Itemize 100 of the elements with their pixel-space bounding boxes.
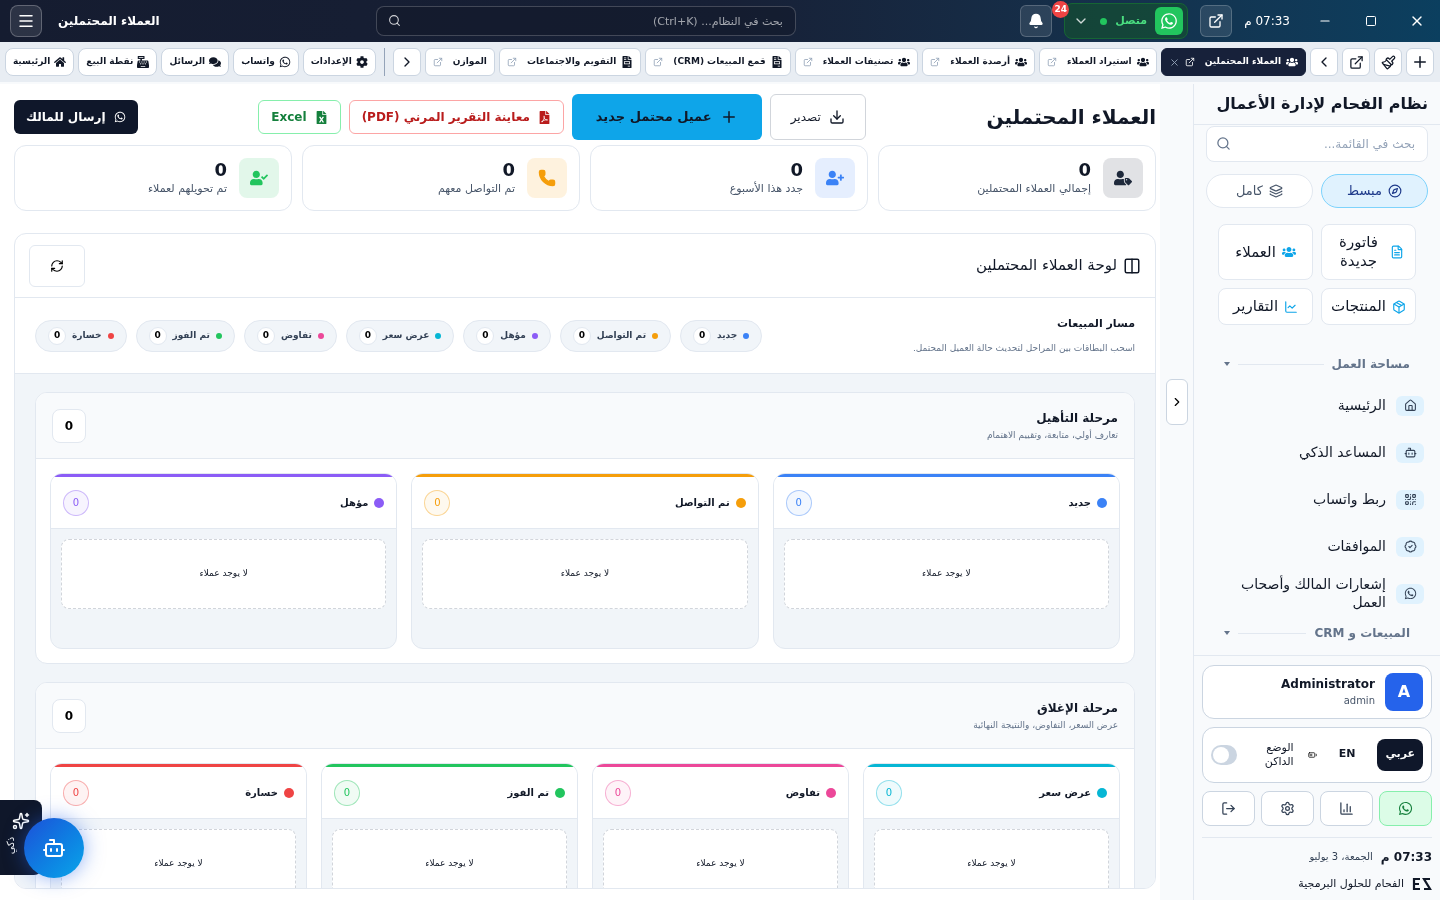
send-to-owner-button[interactable]: إرسال للمالك [14, 100, 138, 134]
stage-count: 0 [256, 326, 275, 345]
document-icon [770, 56, 783, 68]
external-link-icon [1184, 57, 1195, 67]
pipeline-hint: اسحب البطاقات بين المراحل لتحديث حالة العميل المحتمل. [912, 342, 1135, 355]
mode-toggle[interactable]: كامل [1206, 174, 1313, 208]
quick-link[interactable]: نقطة البيع [78, 48, 158, 76]
empty-message: لا يوجد عملاء [560, 567, 610, 581]
stage-count: 0 [572, 326, 591, 345]
tab[interactable]: العملاء المحتملين [1160, 48, 1306, 76]
empty-message: لا يوجد عملاء [199, 567, 248, 581]
close-tab-icon[interactable] [1168, 56, 1180, 68]
pdf-file-icon [537, 110, 551, 124]
export-button[interactable]: تصدير [769, 94, 866, 140]
nav-item[interactable]: الموافقات [1224, 526, 1424, 567]
statistics-button[interactable] [1320, 790, 1373, 826]
nav-item[interactable]: المساعد الذكي [1224, 432, 1424, 473]
shortcut-tile[interactable]: فاتورة جديدة [1321, 224, 1416, 280]
robot-icon [42, 836, 66, 860]
group-subtitle: تعارف أولي، متابعة، وتقييم الاهتمام [987, 428, 1118, 443]
stage-name: تفاوض [280, 328, 312, 343]
external-link-icon [506, 57, 517, 67]
quick-link[interactable]: الرئيسية [4, 48, 75, 76]
stage-count: 0 [785, 489, 812, 516]
stat-value: 0 [1077, 158, 1091, 181]
badge-check-icon [1396, 536, 1424, 557]
notifications-button[interactable] [1020, 5, 1053, 37]
stage-title: تم التواصل [675, 496, 730, 510]
stage-title: عرض سعر [1039, 786, 1091, 800]
quick-link[interactable]: واتساب [233, 48, 299, 76]
stage-count: 0 [148, 326, 167, 345]
nav-item[interactable]: الرئيسية [1224, 385, 1424, 426]
stage-title: تفاوض [785, 786, 820, 800]
whatsapp-icon [1396, 583, 1424, 604]
gear-icon [355, 56, 368, 68]
stage-count: 0 [876, 779, 902, 806]
language-button[interactable]: EN [1330, 738, 1364, 771]
whatsapp-icon [278, 56, 291, 68]
mode-toggle[interactable]: مبسط [1321, 174, 1428, 208]
whatsapp-icon [1398, 800, 1413, 816]
clean-tabs-button[interactable] [1374, 48, 1402, 76]
menu-icon [17, 12, 35, 30]
menu-search-field[interactable]: بحث في القائمة... [1206, 126, 1428, 162]
quick-link[interactable]: الرسائل [161, 48, 230, 76]
board-title: لوحة العملاء المحتملين [975, 255, 1117, 277]
new-lead-button[interactable]: عميل محتمل جديد [571, 94, 762, 140]
stat-label: جدد هذا الأسبوع [729, 181, 803, 197]
search-icon [387, 14, 401, 27]
stage-title: مؤهل [340, 496, 369, 510]
excel-button[interactable]: Excel [258, 100, 341, 134]
home-icon [54, 56, 67, 68]
shortcut-tile[interactable]: التقارير [1218, 288, 1313, 325]
section-heading: مساحة العمل [1331, 356, 1410, 373]
dark-mode-switch[interactable] [1211, 744, 1237, 765]
external-link-icon [432, 57, 443, 67]
dark-mode-label: الوضع الداكن [1264, 740, 1294, 769]
robot-icon [1396, 442, 1424, 463]
open-window-button[interactable] [1342, 48, 1370, 76]
whatsapp-button[interactable] [1379, 790, 1432, 826]
settings-button[interactable] [1261, 790, 1314, 826]
menu-button[interactable] [10, 5, 42, 37]
logout-button[interactable] [1202, 790, 1255, 826]
stage-name: مؤهل [500, 328, 526, 343]
whatsapp-icon [1155, 7, 1184, 35]
external-link-icon [1208, 13, 1225, 29]
tab[interactable]: الموازن [424, 48, 495, 76]
compass-icon [1387, 184, 1402, 198]
stage-count: 0 [693, 326, 711, 345]
bell-icon [1028, 13, 1045, 29]
nav-item[interactable]: ربط واتساب [1224, 479, 1424, 520]
quick-link[interactable]: الإعدادات [302, 48, 376, 76]
stat-value: 0 [501, 158, 515, 181]
language-button[interactable]: عربي [1377, 738, 1423, 771]
group-subtitle: عرض السعر، التفاوض، والنتيجة النهائية [973, 718, 1118, 732]
stage-count: 0 [358, 326, 377, 345]
nav-item[interactable]: إشعارات المالك وأصحاب العمل [1224, 573, 1424, 614]
caret-icon [1224, 362, 1230, 366]
tab[interactable]: تصنيفات العملاء [794, 48, 919, 76]
line-chart-icon [1284, 299, 1299, 314]
stage-name: عرض سعر [382, 328, 430, 343]
tab[interactable]: التقويم والاجتماعات [498, 48, 642, 76]
user-role: admin [1342, 694, 1375, 708]
whatsapp-icon [113, 111, 126, 123]
add-tab-button[interactable] [1406, 48, 1434, 76]
stage-name: تم الفوز [172, 328, 210, 343]
users-icon [1281, 245, 1296, 259]
app-title: نظام الفحام لإدارة الأعمال [1216, 93, 1428, 115]
cash-register-icon [137, 56, 150, 68]
qr-code-icon [1396, 489, 1424, 510]
search-field[interactable]: بحث في النظام... (Ctrl+K) [375, 6, 796, 36]
tab[interactable]: قمع المبيعات (CRM) [645, 48, 791, 76]
refresh-icon [50, 258, 64, 273]
refresh-button[interactable] [29, 244, 85, 287]
tab[interactable]: أرصدة العملاء [922, 48, 1035, 76]
shortcut-tile[interactable]: العملاء [1218, 224, 1313, 280]
shortcut-tile[interactable]: المنتجات [1321, 288, 1416, 325]
scroll-left-button[interactable] [392, 48, 421, 76]
users-icon [898, 56, 911, 68]
tab[interactable]: استيراد العملاء [1038, 48, 1157, 76]
pdf-preview-button[interactable]: معاينة التقرير المرني (PDF) [348, 100, 564, 134]
